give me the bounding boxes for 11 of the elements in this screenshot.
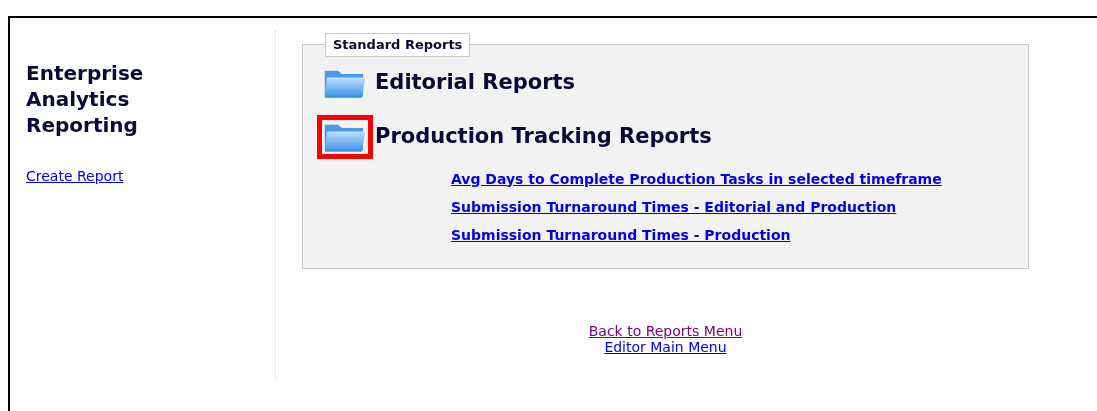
folder-heading[interactable]: Editorial Reports	[375, 66, 576, 99]
menu-link[interactable]: Back to Reports Menu	[588, 323, 743, 339]
app-title: Enterprise Analytics Reporting	[26, 60, 145, 138]
report-link[interactable]: Submission Turnaround Times - Editorial and Production	[451, 196, 897, 217]
report-link[interactable]: Submission Turnaround Times - Production	[451, 224, 791, 245]
report-link[interactable]: Avg Days to Complete Production Tasks in selected timeframe	[451, 168, 942, 189]
create-report-link[interactable]: Create Report	[26, 166, 124, 187]
folder-heading[interactable]: Production Tracking Reports	[375, 120, 712, 153]
menu-link[interactable]: Editor Main Menu	[604, 339, 727, 355]
panel-legend: Standard Reports	[325, 33, 471, 57]
folder-icon[interactable]	[317, 114, 373, 159]
